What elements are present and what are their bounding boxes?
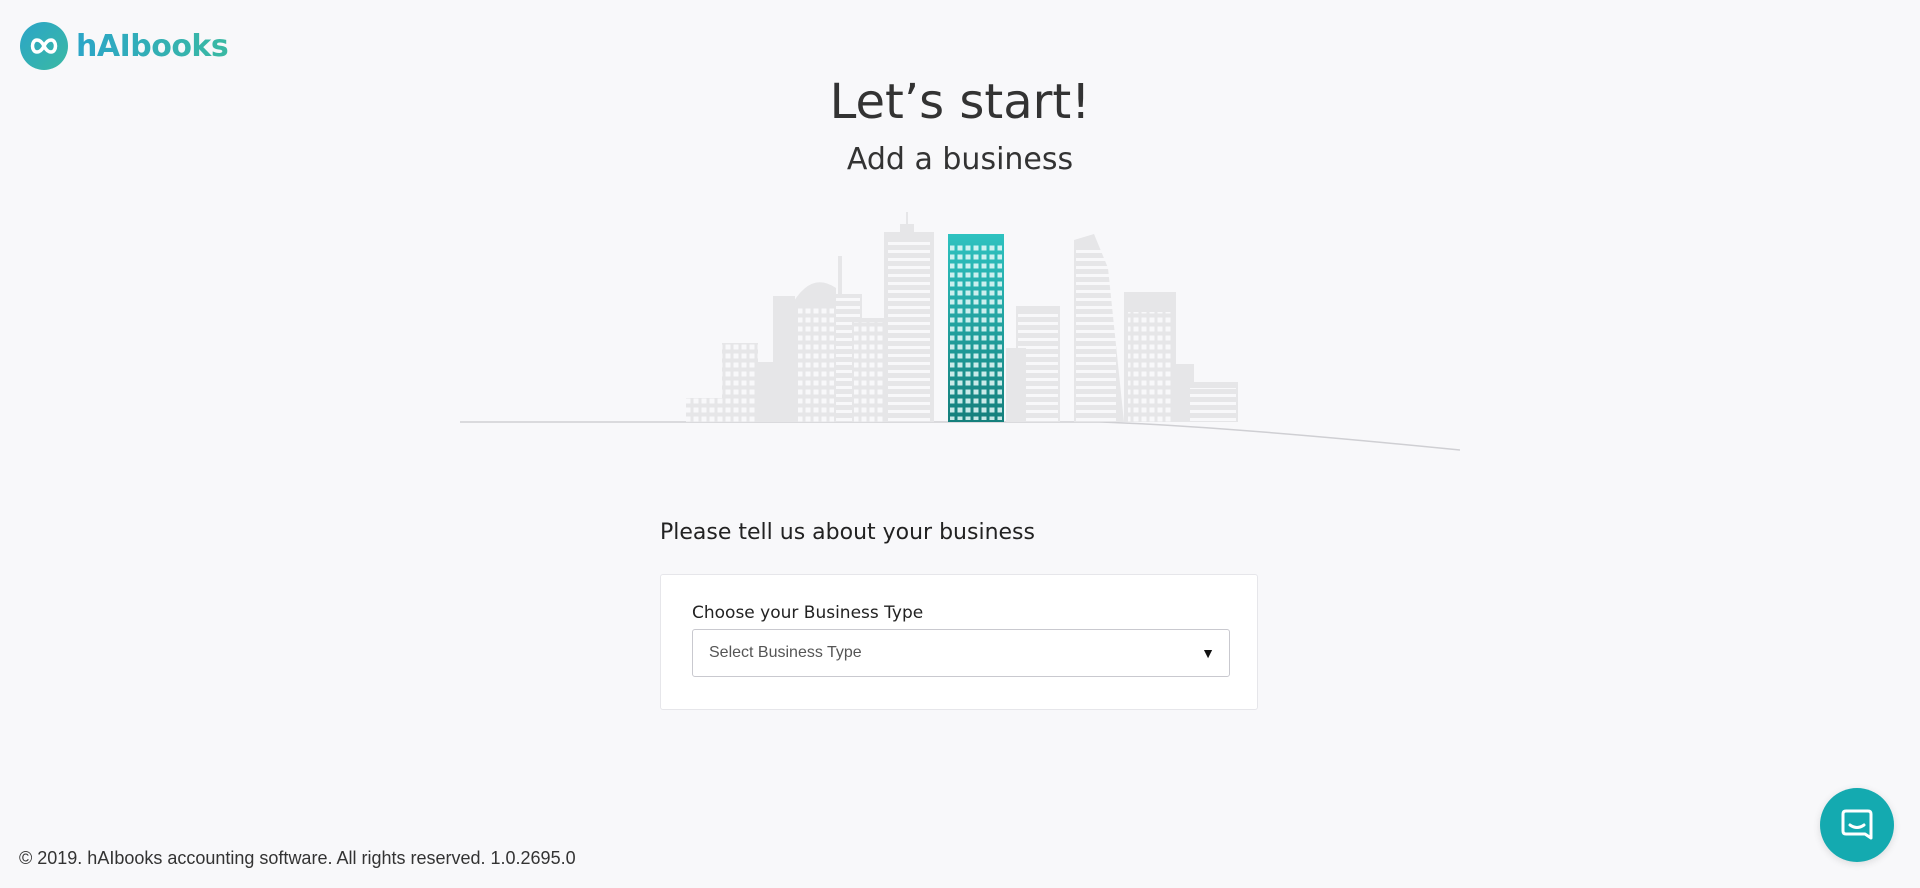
business-type-select-value: Select Business Type — [709, 644, 862, 661]
page-title: Let’s start! — [829, 74, 1091, 130]
page-subtitle: Add a business — [846, 142, 1074, 177]
footer-copyright: © 2019. hAIbooks accounting software. Al… — [19, 848, 576, 868]
business-form-card: Choose your Business Type Select Busines… — [660, 574, 1258, 710]
caret-down-icon: ▼ — [1201, 645, 1215, 661]
brand-logo[interactable]: hAIbooks — [20, 22, 229, 70]
chat-launcher-button[interactable] — [1820, 788, 1894, 862]
city-skyline-illustration — [460, 212, 1460, 451]
infinity-icon — [20, 22, 68, 70]
business-type-select[interactable]: Select Business Type ▼ — [692, 629, 1230, 677]
brand-name: hAIbooks — [76, 28, 229, 64]
page: hAIbooks Let’s start! Add a business Ple… — [0, 0, 1920, 888]
chat-bubble-icon — [1841, 809, 1873, 840]
section-heading: Please tell us about your business — [660, 520, 1035, 545]
business-type-label: Choose your Business Type — [692, 603, 924, 623]
